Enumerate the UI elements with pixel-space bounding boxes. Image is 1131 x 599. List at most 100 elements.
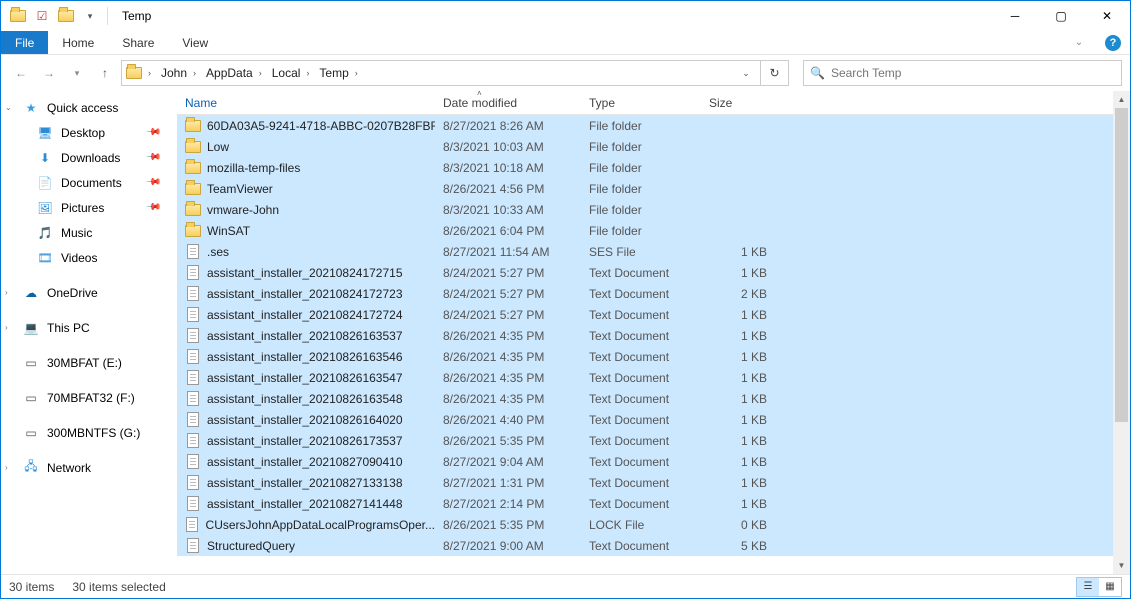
tab-home[interactable]: Home: [48, 31, 108, 54]
file-row[interactable]: .ses8/27/2021 11:54 AMSES File1 KB: [177, 241, 1113, 262]
file-icon: [185, 454, 201, 470]
vertical-scrollbar[interactable]: ▲ ▼: [1113, 91, 1130, 574]
file-row[interactable]: 60DA03A5-9241-4718-ABBC-0207B28FBF568/27…: [177, 115, 1113, 136]
nav-drive-e[interactable]: ▭30MBFAT (E:): [1, 350, 177, 375]
file-icon: [185, 370, 201, 386]
expand-icon[interactable]: ›: [5, 288, 8, 297]
nav-network[interactable]: ›🖧Network: [1, 455, 177, 480]
file-icon: [185, 244, 201, 260]
file-row[interactable]: WinSAT8/26/2021 6:04 PMFile folder: [177, 220, 1113, 241]
forward-button[interactable]: →: [37, 61, 61, 85]
drive-icon: ▭: [23, 355, 39, 371]
file-icon: [185, 496, 201, 512]
chevron-right-icon[interactable]: ›: [349, 68, 364, 78]
details-view-icon[interactable]: ☰: [1077, 578, 1099, 596]
nav-music[interactable]: 🎵Music: [1, 220, 177, 245]
expand-icon[interactable]: ›: [5, 323, 8, 332]
file-size: [701, 157, 767, 178]
file-row[interactable]: Low8/3/2021 10:03 AMFile folder: [177, 136, 1113, 157]
file-row[interactable]: assistant_installer_202108261635488/26/2…: [177, 388, 1113, 409]
address-history-icon[interactable]: ⌄: [734, 68, 758, 79]
file-row[interactable]: assistant_installer_202108271414488/27/2…: [177, 493, 1113, 514]
file-date: 8/24/2021 5:27 PM: [435, 283, 581, 304]
chevron-right-icon[interactable]: ›: [253, 68, 268, 78]
chevron-right-icon[interactable]: ›: [300, 68, 315, 78]
column-date[interactable]: Date modified: [435, 91, 581, 114]
onedrive-icon: ☁: [23, 285, 39, 301]
file-name: assistant_installer_20210826164020: [207, 413, 403, 427]
file-row[interactable]: assistant_installer_202108261735378/26/2…: [177, 430, 1113, 451]
tab-file[interactable]: File: [1, 31, 48, 54]
qat-customize-icon[interactable]: ▾: [79, 5, 101, 27]
nav-desktop[interactable]: 🖥Desktop📌: [1, 120, 177, 145]
breadcrumb-seg[interactable]: Local: [272, 66, 301, 80]
thumbnails-view-icon[interactable]: ▦: [1099, 578, 1121, 596]
file-row[interactable]: assistant_installer_202108261635478/26/2…: [177, 367, 1113, 388]
file-size: [701, 136, 767, 157]
back-button[interactable]: ←: [9, 61, 33, 85]
expand-icon[interactable]: ›: [5, 463, 8, 472]
scroll-up-icon[interactable]: ▲: [1113, 91, 1130, 108]
view-mode-toggle[interactable]: ☰ ▦: [1076, 577, 1122, 597]
minimize-button[interactable]: ─: [992, 1, 1038, 31]
nav-pictures[interactable]: 🖼Pictures📌: [1, 195, 177, 220]
nav-onedrive[interactable]: ›☁OneDrive: [1, 280, 177, 305]
chevron-right-icon[interactable]: ›: [142, 68, 157, 78]
nav-drive-f[interactable]: ▭70MBFAT32 (F:): [1, 385, 177, 410]
column-type[interactable]: Type: [581, 91, 701, 114]
file-row[interactable]: assistant_installer_202108261635378/26/2…: [177, 325, 1113, 346]
file-date: 8/27/2021 8:26 AM: [435, 115, 581, 136]
nav-this-pc[interactable]: ›💻This PC: [1, 315, 177, 340]
file-row[interactable]: assistant_installer_202108261635468/26/2…: [177, 346, 1113, 367]
nav-documents[interactable]: 📄Documents📌: [1, 170, 177, 195]
close-button[interactable]: ✕: [1084, 1, 1130, 31]
file-row[interactable]: TeamViewer8/26/2021 4:56 PMFile folder: [177, 178, 1113, 199]
tab-share[interactable]: Share: [108, 31, 168, 54]
scroll-down-icon[interactable]: ▼: [1113, 557, 1130, 574]
maximize-button[interactable]: ▢: [1038, 1, 1084, 31]
file-icon: [185, 286, 201, 302]
file-type: Text Document: [581, 472, 701, 493]
file-size: [701, 220, 767, 241]
chevron-right-icon[interactable]: ›: [187, 68, 202, 78]
expand-icon[interactable]: ⌄: [5, 103, 12, 112]
breadcrumb-seg[interactable]: AppData: [206, 66, 253, 80]
nav-drive-g[interactable]: ▭300MBNTFS (G:): [1, 420, 177, 445]
column-size[interactable]: Size: [701, 91, 775, 114]
nav-downloads[interactable]: ⬇Downloads📌: [1, 145, 177, 170]
file-date: 8/26/2021 5:35 PM: [435, 514, 581, 535]
breadcrumb-seg[interactable]: Temp: [319, 66, 348, 80]
breadcrumb-seg[interactable]: John: [161, 66, 187, 80]
file-row[interactable]: CUsersJohnAppDataLocalProgramsOper...8/2…: [177, 514, 1113, 535]
qat-properties-icon[interactable]: ☑: [31, 5, 53, 27]
file-list: ˄ Name Date modified Type Size 60DA03A5-…: [177, 91, 1113, 574]
file-row[interactable]: assistant_installer_202108241727238/24/2…: [177, 283, 1113, 304]
file-row[interactable]: assistant_installer_202108270904108/27/2…: [177, 451, 1113, 472]
nav-quick-access[interactable]: ⌄ ★ Quick access: [1, 95, 177, 120]
address-bar[interactable]: › John› AppData› Local› Temp› ⌄: [121, 60, 761, 86]
file-row[interactable]: assistant_installer_202108241727248/24/2…: [177, 304, 1113, 325]
file-icon: [185, 538, 201, 554]
up-button[interactable]: ↑: [93, 61, 117, 85]
file-row[interactable]: StructuredQuery8/27/2021 9:00 AMText Doc…: [177, 535, 1113, 556]
file-size: [701, 115, 767, 136]
file-type: Text Document: [581, 430, 701, 451]
ribbon-expand-icon[interactable]: ⌄: [1062, 31, 1096, 54]
column-name[interactable]: Name: [177, 91, 435, 114]
file-row[interactable]: mozilla-temp-files8/3/2021 10:18 AMFile …: [177, 157, 1113, 178]
file-row[interactable]: assistant_installer_202108271331388/27/2…: [177, 472, 1113, 493]
help-button[interactable]: ?: [1096, 31, 1130, 54]
file-size: 1 KB: [701, 367, 767, 388]
file-row[interactable]: vmware-John8/3/2021 10:33 AMFile folder: [177, 199, 1113, 220]
refresh-button[interactable]: ↻: [761, 60, 789, 86]
tab-view[interactable]: View: [168, 31, 222, 54]
file-row[interactable]: assistant_installer_202108241727158/24/2…: [177, 262, 1113, 283]
nav-videos[interactable]: 🎞Videos: [1, 245, 177, 270]
app-icon: [7, 5, 29, 27]
qat-newfolder-icon[interactable]: [55, 5, 77, 27]
file-row[interactable]: assistant_installer_202108261640208/26/2…: [177, 409, 1113, 430]
search-input[interactable]: 🔍 Search Temp: [803, 60, 1122, 86]
scrollbar-thumb[interactable]: [1115, 108, 1128, 422]
file-name: CUsersJohnAppDataLocalProgramsOper...: [206, 518, 435, 532]
recent-locations-icon[interactable]: ▾: [65, 61, 89, 85]
